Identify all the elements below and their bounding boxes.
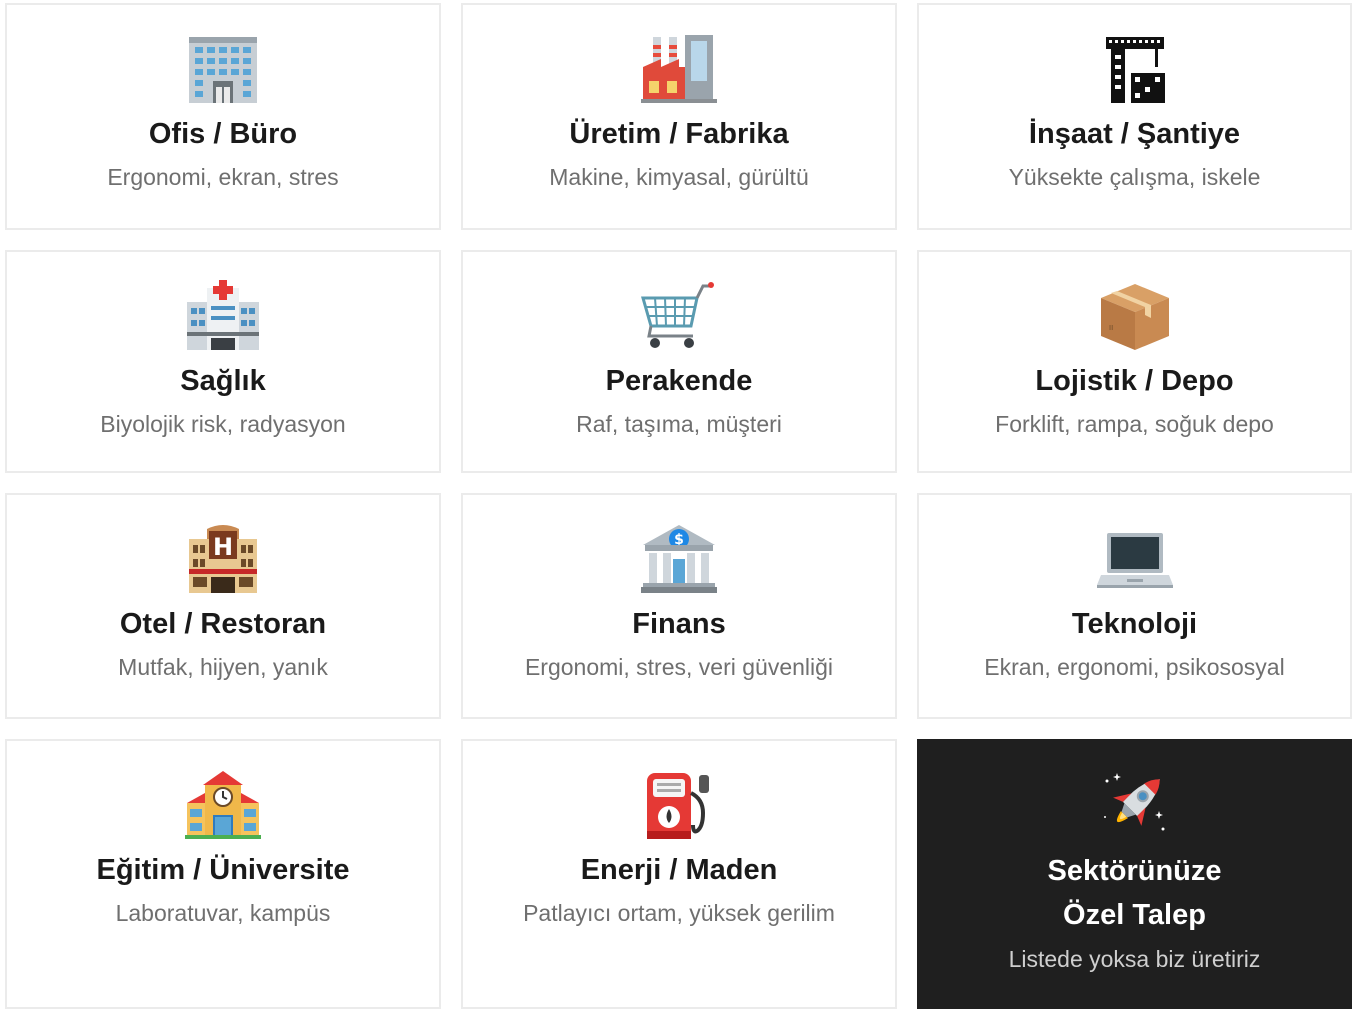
sector-title: Enerji / Maden	[580, 854, 778, 886]
sector-subtitle: Forklift, rampa, soğuk depo	[995, 411, 1274, 437]
svg-text:II: II	[1109, 324, 1113, 332]
sector-card-health[interactable]: Sağlık Biyolojik risk, radyasyon	[5, 250, 441, 473]
sector-subtitle: Raf, taşıma, müşteri	[576, 411, 782, 437]
sector-card-factory[interactable]: Üretim / Fabrika Makine, kimyasal, gürül…	[461, 3, 897, 230]
sector-title: Lojistik / Depo	[1035, 365, 1234, 397]
sector-card-technology[interactable]: Teknoloji Ekran, ergonomi, psikososyal	[917, 493, 1352, 719]
sector-subtitle: Ergonomi, ekran, stres	[107, 164, 339, 190]
hospital-icon	[185, 280, 261, 350]
sector-title: Ofis / Büro	[148, 118, 298, 150]
shopping-cart-icon	[641, 280, 717, 350]
school-icon	[185, 769, 261, 839]
sector-card-finance[interactable]: $ Finans Ergonomi, stres, veri güvenliği	[461, 493, 897, 719]
sector-card-energy[interactable]: Enerji / Maden Patlayıcı ortam, yüksek g…	[461, 739, 897, 1009]
sector-card-hotel[interactable]: H Otel / Restoran Mutfak, hijyen, yanık	[5, 493, 441, 719]
package-box-icon: II	[1097, 280, 1173, 350]
sector-subtitle: Makine, kimyasal, gürültü	[549, 164, 809, 190]
rocket-icon	[1097, 769, 1173, 839]
laptop-icon	[1096, 523, 1173, 593]
sector-subtitle: Patlayıcı ortam, yüksek gerilim	[523, 900, 835, 926]
sector-card-construction[interactable]: İnşaat / Şantiye Yüksekte çalışma, iskel…	[917, 3, 1352, 230]
hotel-icon: H	[185, 523, 261, 593]
sector-subtitle: Ekran, ergonomi, psikososyal	[984, 654, 1285, 680]
sector-subtitle: Ergonomi, stres, veri güvenliği	[524, 654, 834, 680]
sector-title: Otel / Restoran	[119, 608, 327, 640]
sector-title: Finans	[632, 608, 726, 640]
sector-subtitle: Mutfak, hijyen, yanık	[118, 654, 328, 680]
sector-card-education[interactable]: Eğitim / Üniversite Laboratuvar, kampüs	[5, 739, 441, 1009]
sector-title: Sağlık	[180, 365, 266, 397]
sector-grid: Ofis / Büro Ergonomi, ekran, stres Üreti…	[5, 3, 1352, 1009]
sector-subtitle: Laboratuvar, kampüs	[115, 900, 331, 926]
sector-card-office[interactable]: Ofis / Büro Ergonomi, ekran, stres	[5, 3, 441, 230]
fuel-pump-icon	[641, 769, 717, 839]
factory-icon	[641, 33, 717, 103]
special-request-title-line2: Özel Talep	[1063, 899, 1206, 931]
bank-icon: $	[641, 523, 717, 593]
svg-text:H: H	[213, 533, 233, 561]
sector-title: Perakende	[605, 365, 753, 397]
sector-title: Teknoloji	[1071, 608, 1198, 640]
sector-card-logistics[interactable]: II Lojistik / Depo Forklift, rampa, soğu…	[917, 250, 1352, 473]
sector-subtitle: Biyolojik risk, radyasyon	[100, 411, 346, 437]
office-building-icon	[185, 33, 261, 103]
sector-card-retail[interactable]: Perakende Raf, taşıma, müşteri	[461, 250, 897, 473]
special-request-subtitle: Listede yoksa biz üretiriz	[1008, 946, 1261, 972]
sector-subtitle: Yüksekte çalışma, iskele	[1008, 164, 1261, 190]
sector-title: İnşaat / Şantiye	[1028, 118, 1241, 150]
sector-title: Eğitim / Üniversite	[96, 854, 350, 886]
special-request-title-line1: Sektörünüze	[1047, 855, 1222, 887]
special-request-card[interactable]: Sektörünüze Özel Talep Listede yoksa biz…	[917, 739, 1352, 1009]
sector-title: Üretim / Fabrika	[569, 118, 789, 150]
construction-crane-icon	[1097, 33, 1173, 103]
